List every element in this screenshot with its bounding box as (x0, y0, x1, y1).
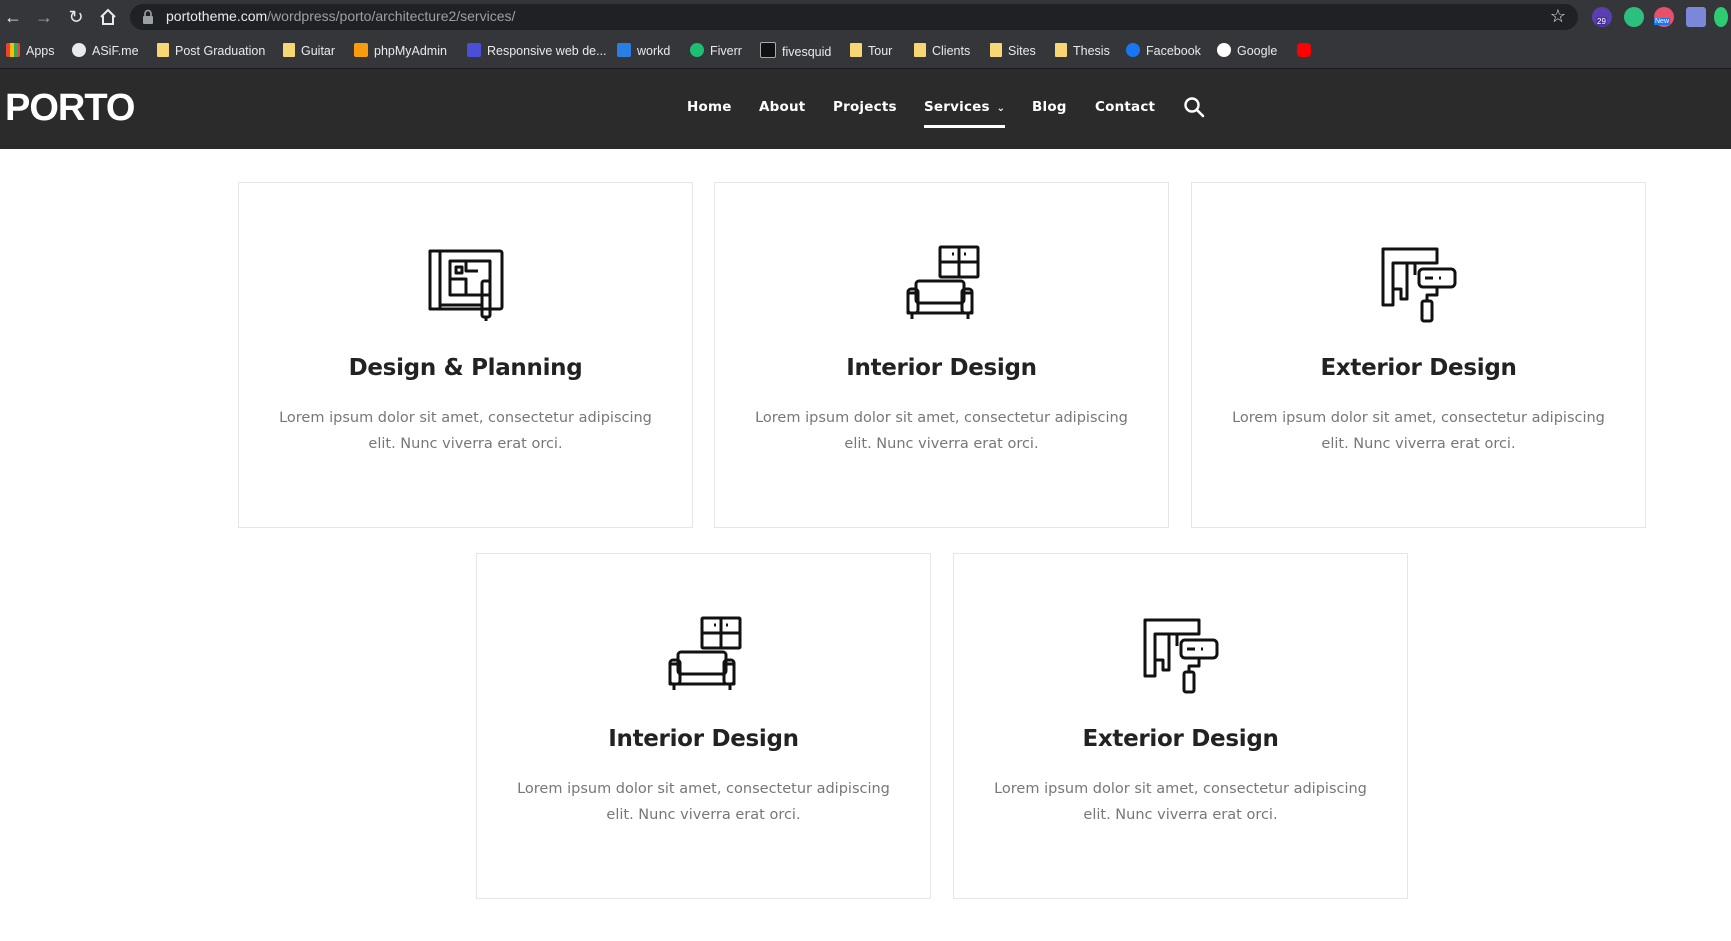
rainbow-extension-icon[interactable]: New (1654, 7, 1674, 27)
url-path: /wordpress/porto/architecture2/services/ (267, 8, 516, 24)
service-title: Exterior Design (1082, 726, 1279, 752)
bookmark-responsive-web[interactable]: Responsive web de... (467, 42, 607, 60)
folder-icon (914, 43, 926, 57)
site-header: PORTO Home About Projects Services ⌄ Blo… (0, 69, 1731, 149)
extension-badge: 29 (1596, 17, 1607, 26)
fivesquid-icon (760, 42, 776, 58)
service-title: Design & Planning (348, 355, 583, 381)
service-card: Exterior Design Lorem ipsum dolor sit am… (1191, 182, 1646, 528)
service-card: Exterior Design Lorem ipsum dolor sit am… (953, 553, 1408, 899)
bookmark-apps[interactable]: Apps (6, 42, 55, 60)
bookmark-youtube[interactable] (1297, 42, 1317, 60)
service-description: Lorem ipsum dolor sit amet, consectetur … (279, 410, 652, 452)
bookmark-label: fivesquid (782, 45, 832, 59)
sofa-icon (906, 245, 979, 319)
nav-contact[interactable]: Contact (1095, 99, 1155, 115)
bookmark-label: Tour (868, 44, 893, 58)
service-card: Interior Design Lorem ipsum dolor sit am… (476, 553, 931, 899)
bookmark-label: Post Graduation (175, 44, 266, 58)
search-icon[interactable] (1183, 96, 1205, 118)
fiverr-icon (690, 43, 704, 57)
bookmark-label: Responsive web de... (487, 44, 607, 58)
bookmark-label: workd (637, 44, 671, 58)
pen-extension-icon[interactable] (1686, 7, 1706, 27)
bookmark-label: Facebook (1146, 44, 1201, 58)
sofa-icon (668, 616, 741, 690)
service-description: Lorem ipsum dolor sit amet, consectetur … (1232, 410, 1605, 452)
url-text: portotheme.com/wordpress/porto/architect… (166, 8, 515, 24)
folder-icon (1055, 43, 1067, 57)
bookmark-label: Guitar (301, 44, 336, 58)
service-description: Lorem ipsum dolor sit amet, consectetur … (755, 410, 1128, 452)
grammarly-icon[interactable] (1624, 7, 1644, 27)
bookmark-star-icon[interactable]: ☆ (1550, 6, 1566, 27)
paint-roller-icon (1381, 247, 1456, 323)
w-icon (467, 43, 481, 57)
bookmark-fiverr[interactable]: Fiverr (690, 42, 742, 60)
nav-services-label: Services (924, 99, 990, 115)
bookmark-phpmyadmin[interactable]: phpMyAdmin (354, 42, 447, 60)
service-description: Lorem ipsum dolor sit amet, consectetur … (517, 781, 890, 823)
youtube-icon (1297, 43, 1311, 57)
shield-icon (617, 43, 631, 57)
bookmark-thesis[interactable]: Thesis (1055, 42, 1110, 60)
nav-about[interactable]: About (759, 99, 805, 115)
google-icon (1217, 43, 1231, 57)
folder-icon (283, 43, 295, 57)
bookmark-asif[interactable]: ASiF.me (72, 42, 139, 60)
bookmark-label: Google (1237, 44, 1278, 58)
forward-arrow-icon[interactable]: → (33, 6, 55, 28)
service-title: Interior Design (846, 355, 1037, 381)
service-title: Interior Design (608, 726, 799, 752)
phpmyadmin-icon (354, 43, 368, 57)
address-bar[interactable]: portotheme.com/wordpress/porto/architect… (130, 4, 1578, 30)
bookmarks-bar: Apps ASiF.me Post Graduation Guitar phpM… (0, 34, 1731, 69)
porto-logo[interactable]: PORTO (5, 87, 135, 130)
bookmark-label: Thesis (1073, 44, 1110, 58)
bookmark-google[interactable]: Google (1217, 42, 1277, 60)
nav-home[interactable]: Home (687, 99, 732, 115)
service-description: Lorem ipsum dolor sit amet, consectetur … (994, 781, 1367, 823)
bookmark-clients[interactable]: Clients (914, 42, 970, 60)
browser-toolbar: ← → ↻ portotheme.com/wordpress/porto/arc… (0, 0, 1731, 34)
globe-icon (72, 43, 86, 57)
folder-icon (850, 43, 862, 57)
nav-blog[interactable]: Blog (1032, 99, 1067, 115)
bookmark-label: Clients (932, 44, 971, 58)
extension-icon[interactable] (1714, 7, 1728, 27)
facebook-icon (1126, 43, 1140, 57)
bookmark-tour[interactable]: Tour (850, 42, 892, 60)
bookmark-label: Fiverr (710, 44, 742, 58)
reload-icon[interactable]: ↻ (65, 6, 87, 28)
url-host: portotheme.com (166, 8, 268, 24)
bookmark-facebook[interactable]: Facebook (1126, 42, 1201, 60)
chevron-down-icon: ⌄ (996, 103, 1006, 114)
paint-roller-icon (1143, 618, 1218, 694)
nav-services[interactable]: Services ⌄ (924, 99, 1006, 128)
service-card: Design & Planning Lorem ipsum dolor sit … (238, 182, 693, 528)
bookmark-workd[interactable]: workd (617, 42, 670, 60)
bookmark-guitar[interactable]: Guitar (283, 42, 335, 60)
bookmark-label: Sites (1008, 44, 1036, 58)
bookmark-label: ASiF.me (92, 44, 139, 58)
lock-icon (143, 9, 153, 24)
nav-projects[interactable]: Projects (833, 99, 897, 115)
folder-icon (990, 43, 1002, 57)
bookmark-label: phpMyAdmin (374, 44, 447, 58)
service-title: Exterior Design (1320, 355, 1517, 381)
bookmark-sites[interactable]: Sites (990, 42, 1036, 60)
bookmark-fivesquid[interactable]: fivesquid (760, 42, 831, 60)
bookmark-post-graduation[interactable]: Post Graduation (157, 42, 265, 60)
bookmark-label: Apps (26, 44, 55, 58)
back-arrow-icon[interactable]: ← (2, 6, 24, 28)
service-card: Interior Design Lorem ipsum dolor sit am… (714, 182, 1169, 528)
blueprint-icon (428, 249, 503, 321)
extension-new-badge: New (1654, 18, 1671, 25)
extension-icon[interactable]: 29 (1592, 7, 1612, 27)
folder-icon (157, 43, 169, 57)
home-icon[interactable] (97, 6, 119, 28)
apps-grid-icon (6, 43, 20, 57)
